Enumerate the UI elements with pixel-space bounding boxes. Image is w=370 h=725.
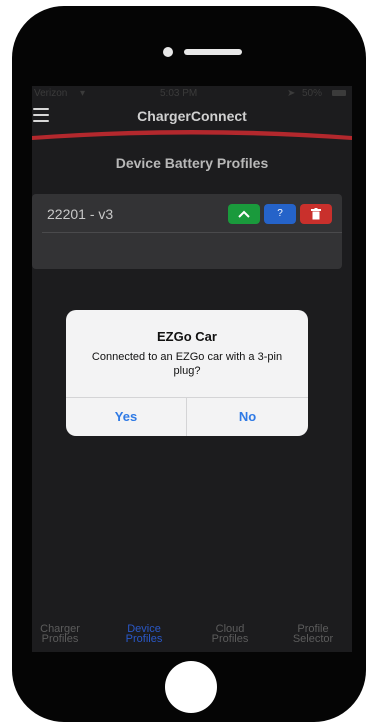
tab-charger-profiles[interactable]: Charger Profiles bbox=[32, 624, 95, 645]
trash-icon bbox=[311, 208, 321, 220]
wifi-icon: ▾ bbox=[80, 88, 86, 99]
app-title: ChargerConnect bbox=[137, 108, 247, 124]
dialog-title: EZGo Car bbox=[157, 329, 217, 344]
tab-profile-selector[interactable]: Profile Selector bbox=[278, 624, 348, 645]
help-button[interactable]: ? bbox=[264, 204, 296, 224]
chevron-up-icon bbox=[238, 210, 250, 218]
camera-dot bbox=[163, 47, 173, 57]
profile-card[interactable]: 22201 - v3 ? bbox=[32, 194, 342, 269]
divider bbox=[42, 232, 342, 233]
status-time: 5:03 PM bbox=[160, 88, 198, 99]
tab-bar: Charger Profiles Device Profiles Cloud P… bbox=[32, 624, 352, 652]
tab-label-line2: Profiles bbox=[125, 633, 163, 645]
delete-button[interactable] bbox=[300, 204, 332, 224]
tab-cloud-profiles[interactable]: Cloud Profiles bbox=[195, 624, 265, 645]
dialog-message: Connected to an EZGo car with a 3-pin pl… bbox=[91, 351, 283, 377]
carrier-label: Verizon bbox=[34, 88, 68, 99]
page-title: Device Battery Profiles bbox=[115, 155, 269, 171]
battery-percent: 50% bbox=[302, 88, 323, 99]
tab-label-line2: Selector bbox=[292, 633, 334, 645]
tab-device-profiles[interactable]: Device Profiles bbox=[109, 624, 179, 645]
status-bar: Verizon ▾ 5:03 PM ➤ 50% bbox=[32, 86, 352, 102]
profile-name: 22201 - v3 bbox=[47, 206, 114, 222]
tab-label-line2: Profiles bbox=[211, 633, 249, 645]
alert-dialog: EZGo Car Connected to an EZGo car with a… bbox=[66, 310, 308, 436]
tab-label-line2: Profiles bbox=[41, 633, 79, 645]
app-screen: Verizon ▾ 5:03 PM ➤ 50% ChargerConnect D… bbox=[32, 86, 352, 652]
battery-icon bbox=[332, 90, 346, 96]
no-button[interactable]: No bbox=[187, 398, 308, 436]
move-up-button[interactable] bbox=[228, 204, 260, 224]
yes-button[interactable]: Yes bbox=[66, 398, 186, 436]
header-accent-arc bbox=[32, 130, 352, 140]
home-button[interactable] bbox=[165, 661, 217, 713]
location-icon: ➤ bbox=[287, 88, 296, 99]
speaker-grille bbox=[184, 49, 242, 55]
